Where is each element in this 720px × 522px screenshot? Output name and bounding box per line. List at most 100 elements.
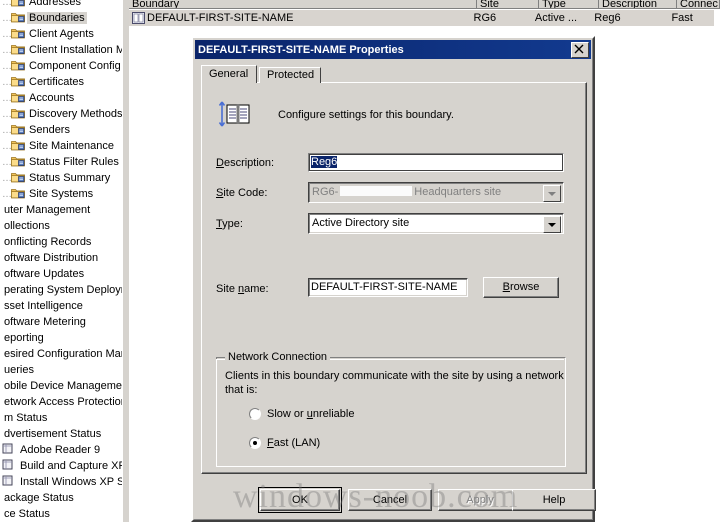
tree-item-icon: [11, 91, 25, 103]
tree-item-label: esired Configuration Man: [4, 348, 122, 360]
site-code-prefix: RG6-: [312, 186, 339, 198]
dialog-titlebar[interactable]: DEFAULT-FIRST-SITE-NAME Properties: [195, 40, 591, 59]
tree-item-accounts[interactable]: … Accounts: [0, 90, 122, 106]
tree-item-oftware-metering[interactable]: oftware Metering: [0, 314, 122, 330]
site-name-input[interactable]: DEFAULT-FIRST-SITE-NAME: [308, 278, 468, 297]
browse-button[interactable]: Browse: [483, 277, 559, 298]
ok-label: OK: [292, 494, 308, 506]
site-code-dropdown-arrow[interactable]: [543, 185, 561, 202]
cancel-button[interactable]: Cancel: [348, 489, 432, 511]
tree-item-ueries[interactable]: ueries: [0, 362, 122, 378]
tree-item-ackage-status[interactable]: ackage Status: [0, 490, 122, 506]
tree-item-oftware-updates[interactable]: oftware Updates: [0, 266, 122, 282]
tree-item-status-summary[interactable]: … Status Summary: [0, 170, 122, 186]
column-header-type[interactable]: Type: [539, 0, 599, 9]
tree-connector: …: [2, 109, 12, 120]
tree-item-status-filter-rules[interactable]: … Status Filter Rules: [0, 154, 122, 170]
tree-item-onflicting-records[interactable]: onflicting Records: [0, 234, 122, 250]
boundary-icon: [132, 12, 145, 24]
tree-item-oftware-distribution[interactable]: oftware Distribution: [0, 250, 122, 266]
tree-item-site-systems[interactable]: … Site Systems: [0, 186, 122, 202]
tree-connector: …: [2, 29, 12, 40]
type-value: Active Directory site: [312, 217, 410, 229]
apply-label: Apply: [466, 494, 494, 506]
description-label: Description:: [216, 157, 275, 169]
column-header-description[interactable]: Description: [599, 0, 677, 9]
close-button[interactable]: [571, 41, 589, 58]
type-combo[interactable]: Active Directory site: [308, 213, 564, 234]
tree-item-ce-status[interactable]: ce Status: [0, 506, 122, 522]
folder-component-icon: [11, 61, 25, 71]
tree-item-obile-device-managemen[interactable]: obile Device Managemen: [0, 378, 122, 394]
help-button[interactable]: Help: [512, 489, 596, 511]
tree-item-etwork-access-protection[interactable]: etwork Access Protection: [0, 394, 122, 410]
properties-dialog[interactable]: DEFAULT-FIRST-SITE-NAME Properties Confi…: [191, 36, 596, 522]
tree-item-component-config[interactable]: … Component Config: [0, 58, 122, 74]
tree-item-label: oftware Metering: [4, 316, 86, 328]
tree-item-icon: [2, 459, 16, 471]
tree-item-label: Addresses: [29, 0, 81, 8]
tree-item-m-status[interactable]: m Status: [0, 410, 122, 426]
apply-button[interactable]: Apply: [438, 489, 522, 511]
network-connection-title: Network Connection: [225, 351, 331, 363]
tree-item-client-agents[interactable]: … Client Agents: [0, 26, 122, 42]
tab-page-general: Configure settings for this boundary. De…: [201, 82, 587, 474]
tree-item-icon: [11, 155, 25, 167]
tree-item-eporting[interactable]: eporting: [0, 330, 122, 346]
tree-item-client-installation-m[interactable]: … Client Installation M: [0, 42, 122, 58]
tree-item-label: Client Agents: [29, 28, 94, 40]
radio-fast-lan[interactable]: Fast (LAN): [249, 437, 320, 449]
table-row[interactable]: DEFAULT-FIRST-SITE-NAME RG6 Active ... Reg6…: [129, 10, 714, 26]
package-icon: [2, 459, 13, 470]
tree-item-uter-management[interactable]: uter Management: [0, 202, 122, 218]
dialog-header: Configure settings for this boundary.: [218, 99, 454, 131]
site-code-label: Site Code:: [216, 187, 268, 199]
tree-item-label: ce Status: [4, 508, 50, 520]
ok-button[interactable]: OK: [258, 487, 342, 513]
tree-item-label: Certificates: [29, 76, 85, 88]
tree-item-label: dvertisement Status: [4, 428, 102, 440]
column-header-site[interactable]: Site: [477, 0, 539, 9]
tree-item-boundaries[interactable]: … Boundaries: [0, 10, 122, 26]
folder-network-icon: [11, 0, 25, 7]
tree-item-label: Accounts: [29, 92, 75, 104]
tree-item-label: Status Summary: [29, 172, 111, 184]
tree-item-discovery-methods[interactable]: … Discovery Methods: [0, 106, 122, 122]
listview-header[interactable]: Boundary Site Type Description Connec: [129, 0, 720, 9]
tab-general-label: General: [209, 68, 249, 80]
tree-item-esired-configuration-man[interactable]: esired Configuration Man: [0, 346, 122, 362]
tree-item-certificates[interactable]: … Certificates: [0, 74, 122, 90]
dialog-tabs[interactable]: General Protected: [201, 65, 587, 83]
tree-item-site-maintenance[interactable]: … Site Maintenance: [0, 138, 122, 154]
tree-item-install-windows-xp-sp3[interactable]: Install Windows XP SP3: [0, 474, 122, 490]
tree-item-label: Client Installation M: [29, 44, 122, 56]
tree-item-perating-system-deploym[interactable]: perating System Deploym: [0, 282, 122, 298]
tree-item-dvertisement-status[interactable]: dvertisement Status: [0, 426, 122, 442]
tab-protected[interactable]: Protected: [259, 67, 321, 83]
tree-item-ollections[interactable]: ollections: [0, 218, 122, 234]
column-header-connec[interactable]: Connec: [677, 0, 720, 9]
cancel-label: Cancel: [372, 494, 408, 506]
tree-item-label: Site Systems: [29, 188, 94, 200]
console-tree[interactable]: … Addresses … Boundaries … Client Agents … Clie…: [0, 0, 122, 522]
screen: … Addresses … Boundaries … Client Agents … Clie…: [0, 0, 720, 522]
tree-item-icon: [11, 123, 25, 135]
tree-item-adobe-reader-9[interactable]: Adobe Reader 9: [0, 442, 122, 458]
tab-general[interactable]: General: [201, 65, 257, 83]
tree-item-icon: [11, 171, 25, 183]
folder-status-summary-icon: [11, 173, 25, 183]
radio-slow-or-unreliable[interactable]: Slow or unreliable: [249, 408, 354, 420]
type-dropdown-arrow[interactable]: [543, 216, 561, 233]
folder-senders-icon: [11, 125, 25, 135]
tree-item-sset-intelligence[interactable]: sset Intelligence: [0, 298, 122, 314]
column-header-boundary[interactable]: Boundary: [129, 0, 477, 9]
site-code-combo[interactable]: RG6- Headquarters site: [308, 182, 564, 203]
site-code-suffix: Headquarters site: [414, 186, 502, 198]
description-input[interactable]: Reg6: [308, 153, 564, 172]
tree-item-senders[interactable]: … Senders: [0, 122, 122, 138]
tree-item-addresses[interactable]: … Addresses: [0, 0, 122, 10]
tree-connector: …: [2, 13, 12, 24]
tree-item-build-and-capture-xp[interactable]: Build and Capture XP: [0, 458, 122, 474]
radio-fast-indicator: [249, 437, 261, 449]
tree-item-icon: [11, 43, 25, 55]
